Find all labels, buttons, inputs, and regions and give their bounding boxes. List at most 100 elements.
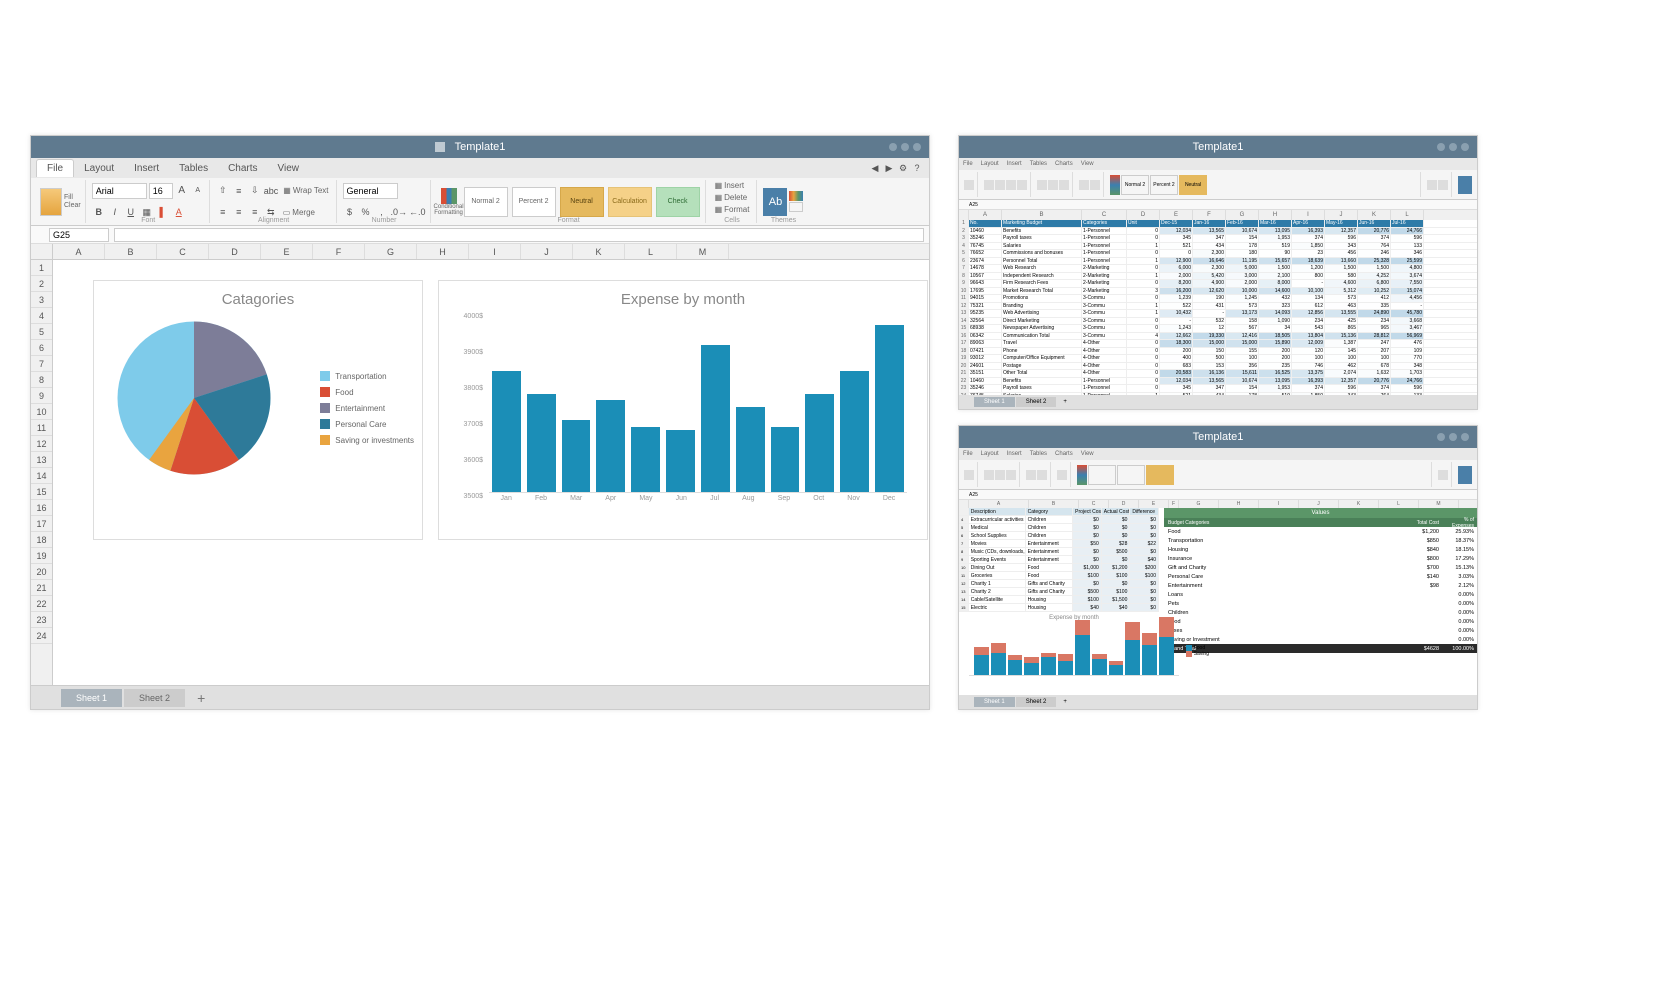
ribbon: Fill Clear Font A A B I U ▦ ▌ A bbox=[31, 178, 929, 226]
window-title: Template1 bbox=[1193, 431, 1244, 443]
window-title: Template1 bbox=[1193, 141, 1244, 153]
window-controls[interactable] bbox=[1437, 143, 1469, 151]
currency-icon[interactable]: $ bbox=[343, 205, 357, 219]
titlebar[interactable]: Template1 bbox=[959, 136, 1477, 158]
name-box[interactable]: G25 bbox=[49, 228, 109, 242]
values-header: Values bbox=[1164, 508, 1477, 518]
sheet-tab-1[interactable]: Sheet 1 bbox=[61, 689, 122, 707]
sheet-tabs: Sheet 1 Sheet 2 + bbox=[959, 395, 1477, 409]
sheet-tabs: Sheet 1 Sheet 2 + bbox=[959, 695, 1477, 709]
decrease-decimal-icon[interactable]: ←.0 bbox=[409, 205, 426, 219]
delete-cells-button[interactable]: ▦ Delete bbox=[712, 192, 753, 203]
row-headers: 123456789101112131415161718192021222324 bbox=[31, 260, 53, 685]
window-controls[interactable] bbox=[889, 143, 921, 151]
spreadsheet-window-budget: Template1 File Layout Insert Tables Char… bbox=[958, 425, 1478, 710]
ribbon-alignment: Alignment ⇧ ≡ ⇩ abc ▦ Wrap Text ≡ ≡ ≡ ⇆ … bbox=[212, 180, 337, 223]
pie-chart-title: Catagories bbox=[94, 281, 422, 313]
pie-chart-svg bbox=[109, 313, 279, 483]
font-name-select[interactable] bbox=[92, 183, 147, 199]
align-top-icon[interactable]: ⇧ bbox=[216, 184, 230, 198]
grand-total-row: Grand Total $4628 100.00% bbox=[1164, 644, 1477, 653]
cells-area[interactable]: Catagories TransportationFoodEntertainme… bbox=[53, 260, 929, 685]
bar-x-axis: JanFebMarAprMayJunJulAugSepOctNovDec bbox=[489, 495, 907, 513]
window-title: Template1 bbox=[455, 141, 506, 153]
menubar: File Layout Insert Tables Charts View bbox=[959, 158, 1477, 170]
app-icon bbox=[435, 142, 445, 152]
percent-icon[interactable]: % bbox=[359, 205, 373, 219]
menu-layout[interactable]: Layout bbox=[74, 160, 124, 177]
style-normal[interactable]: Normal 2 bbox=[464, 187, 508, 217]
menu-file[interactable]: File bbox=[36, 159, 74, 177]
format-cells-button[interactable]: ▦ Format bbox=[712, 204, 753, 215]
insert-cells-button[interactable]: ▦ Insert bbox=[712, 180, 753, 191]
fill-button[interactable]: Fill bbox=[64, 194, 81, 201]
column-headers: ABCDEFGHIJKLM bbox=[31, 244, 929, 260]
paste-icon[interactable] bbox=[40, 188, 62, 216]
ribbon-format: Format Conditional Formatting Normal 2 P… bbox=[433, 180, 706, 223]
menu-insert[interactable]: Insert bbox=[124, 160, 169, 177]
ribbon-cells: Cells ▦ Insert ▦ Delete ▦ Format bbox=[708, 180, 758, 223]
formula-bar[interactable] bbox=[114, 228, 924, 242]
underline-button[interactable]: U bbox=[124, 205, 138, 219]
theme-colors-icon[interactable] bbox=[789, 191, 803, 201]
ribbon bbox=[959, 460, 1477, 490]
menu-charts[interactable]: Charts bbox=[218, 160, 267, 177]
ribbon-number: Number $ % , .0→ ←.0 bbox=[339, 180, 431, 223]
grid[interactable]: ABCDEFGHIJKL 1No.Marketing BudgetCategor… bbox=[959, 210, 1477, 395]
sheet-tabs: Sheet 1 Sheet 2 + bbox=[31, 685, 929, 709]
help-icon[interactable]: ? bbox=[910, 161, 924, 175]
ribbon: Normal 2 Percent 2 Neutral bbox=[959, 170, 1477, 200]
bar-y-axis: 4000$3900$3800$3700$3600$3500$ bbox=[454, 313, 486, 493]
ribbon-paste: Fill Clear bbox=[36, 180, 86, 223]
align-center-icon[interactable]: ≡ bbox=[232, 205, 246, 219]
themes-button[interactable]: Ab bbox=[763, 188, 787, 216]
add-sheet-button[interactable]: + bbox=[187, 686, 215, 710]
mini-bar-chart: Expense by month Food Saving bbox=[969, 615, 1179, 695]
style-check[interactable]: Check bbox=[656, 187, 700, 217]
nav-back-icon[interactable]: ◀ bbox=[868, 161, 882, 175]
menu-view[interactable]: View bbox=[268, 160, 310, 177]
gear-icon[interactable]: ⚙ bbox=[896, 161, 910, 175]
clear-button[interactable]: Clear bbox=[64, 202, 81, 209]
style-percent[interactable]: Percent 2 bbox=[512, 187, 556, 217]
conditional-formatting-button[interactable]: Conditional Formatting bbox=[437, 187, 461, 217]
theme-fonts-icon[interactable] bbox=[789, 202, 803, 212]
align-left-icon[interactable]: ≡ bbox=[216, 205, 230, 219]
font-size-select[interactable] bbox=[149, 183, 173, 199]
pie-legend: TransportationFoodEntertainmentPersonal … bbox=[320, 371, 414, 451]
grid[interactable]: ABCDEFGHIJKLM 12345678910111213141516171… bbox=[31, 244, 929, 685]
pie-chart[interactable]: Catagories TransportationFoodEntertainme… bbox=[93, 280, 423, 540]
grid[interactable]: ABCDEFGHIJKLM DescriptionCategoryProject… bbox=[959, 500, 1477, 695]
decrease-font-icon[interactable]: A bbox=[191, 184, 205, 198]
bar-plot bbox=[489, 313, 907, 493]
bold-button[interactable]: B bbox=[92, 205, 106, 219]
ribbon-themes: Themes Ab bbox=[759, 180, 807, 223]
menubar: File Layout Insert Tables Charts View bbox=[959, 448, 1477, 460]
increase-font-icon[interactable]: A bbox=[175, 184, 189, 198]
nav-forward-icon[interactable]: ▶ bbox=[882, 161, 896, 175]
italic-button[interactable]: I bbox=[108, 205, 122, 219]
bar-chart[interactable]: Expense by month 4000$3900$3800$3700$360… bbox=[438, 280, 928, 540]
style-calculation[interactable]: Calculation bbox=[608, 187, 652, 217]
align-bottom-icon[interactable]: ⇩ bbox=[248, 184, 262, 198]
orientation-icon[interactable]: abc bbox=[264, 184, 279, 198]
add-sheet-button[interactable]: + bbox=[1057, 399, 1073, 405]
titlebar[interactable]: Template1 bbox=[31, 136, 929, 158]
name-box[interactable]: A25 bbox=[959, 490, 1477, 500]
fill-color-icon[interactable]: ▌ bbox=[156, 205, 170, 219]
align-middle-icon[interactable]: ≡ bbox=[232, 184, 246, 198]
style-neutral[interactable]: Neutral bbox=[560, 187, 604, 217]
ribbon-font: Font A A B I U ▦ ▌ A bbox=[88, 180, 210, 223]
spreadsheet-window-main: Template1 File Layout Insert Tables Char… bbox=[30, 135, 930, 710]
titlebar[interactable]: Template1 bbox=[959, 426, 1477, 448]
spreadsheet-window-data: Template1 File Layout Insert Tables Char… bbox=[958, 135, 1478, 410]
wrap-text-button[interactable]: ▦ Wrap Text bbox=[280, 185, 331, 196]
name-box[interactable]: A25 bbox=[959, 200, 1477, 210]
bar-chart-title: Expense by month bbox=[439, 281, 927, 313]
menu-tables[interactable]: Tables bbox=[169, 160, 218, 177]
sheet-tab-2[interactable]: Sheet 2 bbox=[124, 689, 185, 707]
add-sheet-button[interactable]: + bbox=[1057, 699, 1073, 705]
font-color-icon[interactable]: A bbox=[172, 205, 186, 219]
window-controls[interactable] bbox=[1437, 433, 1469, 441]
number-format-select[interactable] bbox=[343, 183, 398, 199]
